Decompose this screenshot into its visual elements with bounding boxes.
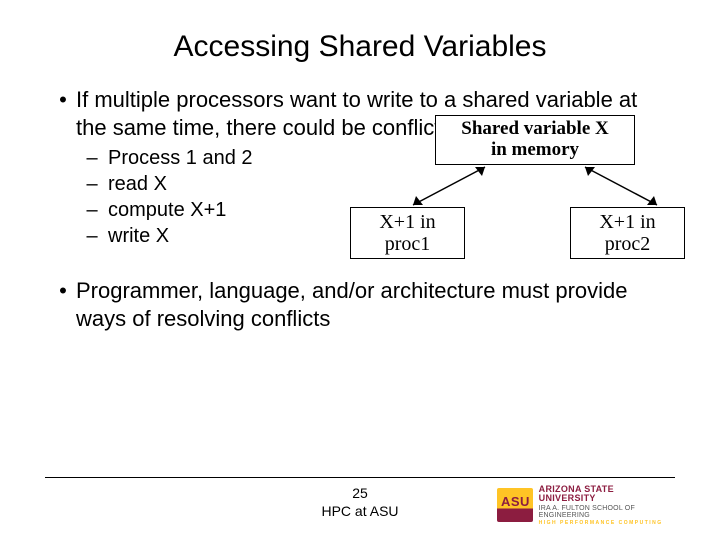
bullet-level2: – compute X+1: [76, 197, 350, 223]
asu-logo: ARIZONA STATE UNIVERSITY IRA A. FULTON S…: [497, 484, 672, 526]
dash-icon: –: [76, 145, 108, 171]
bullet-dot-icon: •: [50, 277, 76, 332]
dash-icon: –: [76, 223, 108, 249]
dash-icon: –: [76, 171, 108, 197]
box-br-l1: X+1 in: [599, 211, 655, 233]
box-top-l1: Shared variable X: [461, 119, 608, 140]
bullet-level2: – Process 1 and 2: [76, 145, 350, 171]
slide: Accessing Shared Variables • If multiple…: [0, 0, 720, 540]
asu-logo-mark-icon: [497, 488, 533, 522]
bullet-level1: • Programmer, language, and/or architect…: [50, 277, 670, 332]
slide-title: Accessing Shared Variables: [50, 30, 670, 64]
bullet-dot-icon: •: [50, 86, 76, 141]
divider: [45, 477, 675, 478]
sub-bullet-column: – Process 1 and 2 – read X – compute X+1…: [50, 145, 350, 265]
diagram: Shared variable X in memory X+1 in proc1…: [350, 115, 670, 265]
bullet-level2: – read X: [76, 171, 350, 197]
box-top-l2: in memory: [491, 140, 579, 161]
asu-l3: IRA A. FULTON SCHOOL OF ENGINEERING: [539, 505, 672, 519]
box-proc1: X+1 in proc1: [350, 207, 465, 259]
asu-logo-text: ARIZONA STATE UNIVERSITY IRA A. FULTON S…: [539, 485, 672, 526]
sub2-text: read X: [108, 171, 167, 197]
box-shared-variable: Shared variable X in memory: [435, 115, 635, 165]
bullet2-text: Programmer, language, and/or architectur…: [76, 277, 670, 332]
bullet-level2: – write X: [76, 223, 350, 249]
arrow-left-icon: [405, 165, 495, 209]
box-proc2: X+1 in proc2: [570, 207, 685, 259]
box-br-l2: proc2: [605, 233, 651, 255]
box-bl-l2: proc1: [385, 233, 431, 255]
sub1-text: Process 1 and 2: [108, 145, 253, 171]
arrow-right-icon: [575, 165, 665, 209]
dash-icon: –: [76, 197, 108, 223]
asu-l4: HIGH PERFORMANCE COMPUTING: [539, 521, 672, 526]
sub3-text: compute X+1: [108, 197, 226, 223]
asu-l2: UNIVERSITY: [539, 494, 672, 503]
box-bl-l1: X+1 in: [379, 211, 435, 233]
sub4-text: write X: [108, 223, 169, 249]
